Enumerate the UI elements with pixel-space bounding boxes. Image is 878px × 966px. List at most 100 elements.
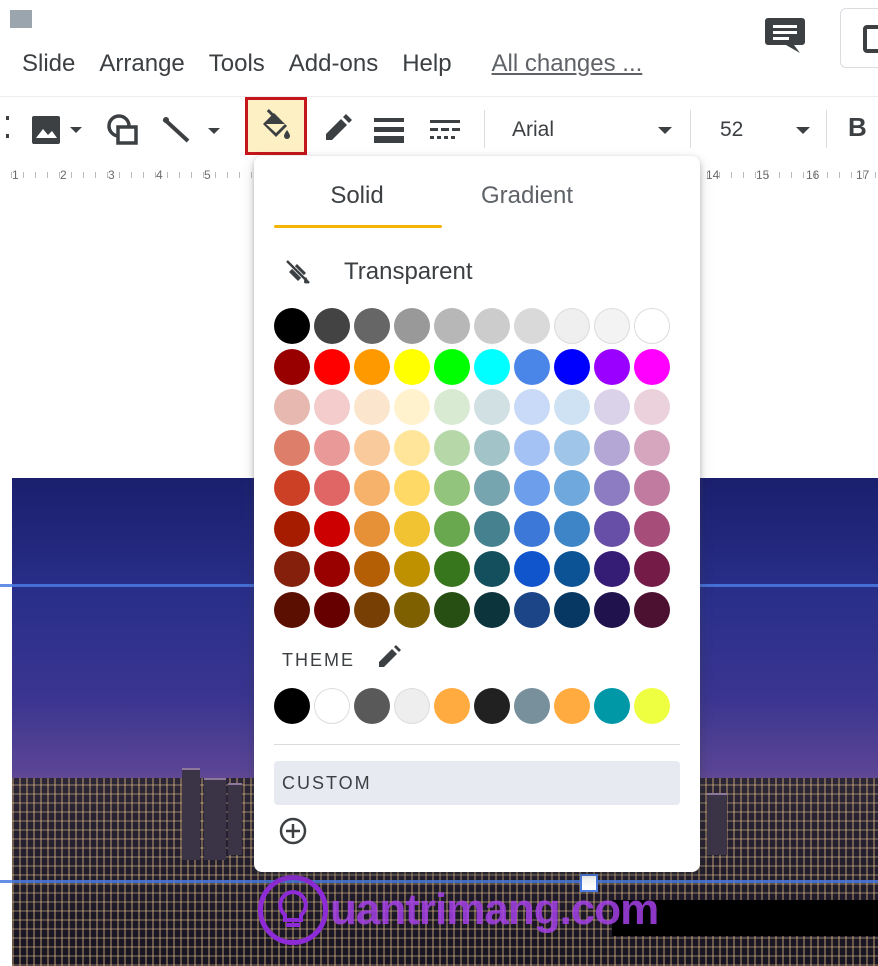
menu-item-slide[interactable]: Slide <box>0 50 87 78</box>
color-swatch[interactable] <box>554 348 590 385</box>
color-swatch[interactable] <box>394 348 430 385</box>
menu-item-tools[interactable]: Tools <box>197 50 277 78</box>
theme-color-swatch[interactable] <box>594 688 630 724</box>
color-swatch[interactable] <box>434 551 470 587</box>
color-swatch[interactable] <box>274 348 310 385</box>
bold-button[interactable]: B <box>848 112 867 143</box>
menu-item-arrange[interactable]: Arrange <box>87 50 196 78</box>
save-status-link[interactable]: All changes ... <box>464 50 643 78</box>
fill-color-button[interactable] <box>245 97 307 155</box>
color-swatch[interactable] <box>594 470 630 506</box>
font-select[interactable]: Arial <box>508 112 678 148</box>
color-swatch[interactable] <box>554 551 590 587</box>
theme-color-swatch[interactable] <box>314 688 350 724</box>
color-swatch[interactable] <box>514 389 550 425</box>
color-swatch[interactable] <box>554 510 590 547</box>
border-weight-icon[interactable] <box>372 116 406 149</box>
color-swatch[interactable] <box>354 389 390 425</box>
color-swatch[interactable] <box>634 308 670 344</box>
color-swatch[interactable] <box>594 308 630 344</box>
color-swatch[interactable] <box>434 510 470 547</box>
transparent-option[interactable]: Transparent <box>284 254 473 290</box>
color-swatch[interactable] <box>394 510 430 547</box>
color-swatch[interactable] <box>354 429 390 466</box>
color-swatch[interactable] <box>474 308 510 344</box>
color-swatch[interactable] <box>394 591 430 628</box>
color-swatch[interactable] <box>274 470 310 506</box>
color-swatch[interactable] <box>314 308 350 344</box>
theme-color-swatch[interactable] <box>394 688 430 724</box>
color-swatch[interactable] <box>314 389 350 425</box>
font-size-select[interactable]: 52 <box>716 112 816 148</box>
theme-color-swatch[interactable] <box>514 688 550 724</box>
color-swatch[interactable] <box>554 591 590 628</box>
line-icon[interactable] <box>160 113 230 152</box>
theme-color-swatch[interactable] <box>434 688 470 724</box>
color-swatch[interactable] <box>634 389 670 425</box>
color-swatch[interactable] <box>474 470 510 506</box>
color-swatch[interactable] <box>514 348 550 385</box>
color-swatch[interactable] <box>474 591 510 628</box>
color-swatch[interactable] <box>634 348 670 385</box>
app-logo[interactable] <box>10 10 32 28</box>
edit-theme-icon[interactable] <box>376 644 402 675</box>
color-swatch[interactable] <box>594 348 630 385</box>
color-swatch[interactable] <box>354 308 390 344</box>
color-swatch[interactable] <box>634 429 670 466</box>
color-swatch[interactable] <box>354 551 390 587</box>
color-swatch[interactable] <box>314 591 350 628</box>
color-swatch[interactable] <box>354 591 390 628</box>
color-swatch[interactable] <box>474 510 510 547</box>
color-swatch[interactable] <box>394 389 430 425</box>
color-swatch[interactable] <box>354 348 390 385</box>
color-swatch[interactable] <box>434 429 470 466</box>
color-swatch[interactable] <box>354 470 390 506</box>
color-swatch[interactable] <box>394 429 430 466</box>
color-swatch[interactable] <box>394 470 430 506</box>
menu-item-add-ons[interactable]: Add-ons <box>277 50 390 78</box>
color-swatch[interactable] <box>554 308 590 344</box>
color-swatch[interactable] <box>554 389 590 425</box>
color-swatch[interactable] <box>594 510 630 547</box>
shapes-icon[interactable] <box>106 113 142 152</box>
color-swatch[interactable] <box>354 510 390 547</box>
color-swatch[interactable] <box>314 470 350 506</box>
color-swatch[interactable] <box>274 389 310 425</box>
theme-color-swatch[interactable] <box>354 688 390 724</box>
color-swatch[interactable] <box>274 591 310 628</box>
color-swatch[interactable] <box>314 348 350 385</box>
color-swatch[interactable] <box>514 591 550 628</box>
color-swatch[interactable] <box>274 510 310 547</box>
color-swatch[interactable] <box>634 510 670 547</box>
border-dash-icon[interactable] <box>428 118 462 147</box>
toolbar-overflow-icon[interactable] <box>6 114 10 144</box>
color-swatch[interactable] <box>514 510 550 547</box>
tab-gradient[interactable]: Gradient <box>442 182 612 210</box>
color-swatch[interactable] <box>514 429 550 466</box>
color-swatch[interactable] <box>634 470 670 506</box>
tab-solid[interactable]: Solid <box>272 182 442 210</box>
theme-color-swatch[interactable] <box>274 688 310 724</box>
color-swatch[interactable] <box>314 510 350 547</box>
color-swatch[interactable] <box>514 551 550 587</box>
color-swatch[interactable] <box>274 308 310 344</box>
color-swatch[interactable] <box>434 591 470 628</box>
border-color-icon[interactable] <box>322 114 352 149</box>
color-swatch[interactable] <box>514 470 550 506</box>
color-swatch[interactable] <box>474 551 510 587</box>
comment-icon[interactable] <box>764 16 808 56</box>
theme-color-swatch[interactable] <box>634 688 670 724</box>
color-swatch[interactable] <box>594 389 630 425</box>
theme-color-swatch[interactable] <box>554 688 590 724</box>
color-swatch[interactable] <box>634 591 670 628</box>
color-swatch[interactable] <box>594 551 630 587</box>
color-swatch[interactable] <box>274 551 310 587</box>
color-swatch[interactable] <box>434 308 470 344</box>
color-swatch[interactable] <box>634 551 670 587</box>
color-swatch[interactable] <box>514 308 550 344</box>
color-swatch[interactable] <box>314 551 350 587</box>
color-swatch[interactable] <box>394 551 430 587</box>
image-icon[interactable] <box>30 114 90 151</box>
present-button[interactable] <box>840 8 878 68</box>
color-swatch[interactable] <box>594 591 630 628</box>
